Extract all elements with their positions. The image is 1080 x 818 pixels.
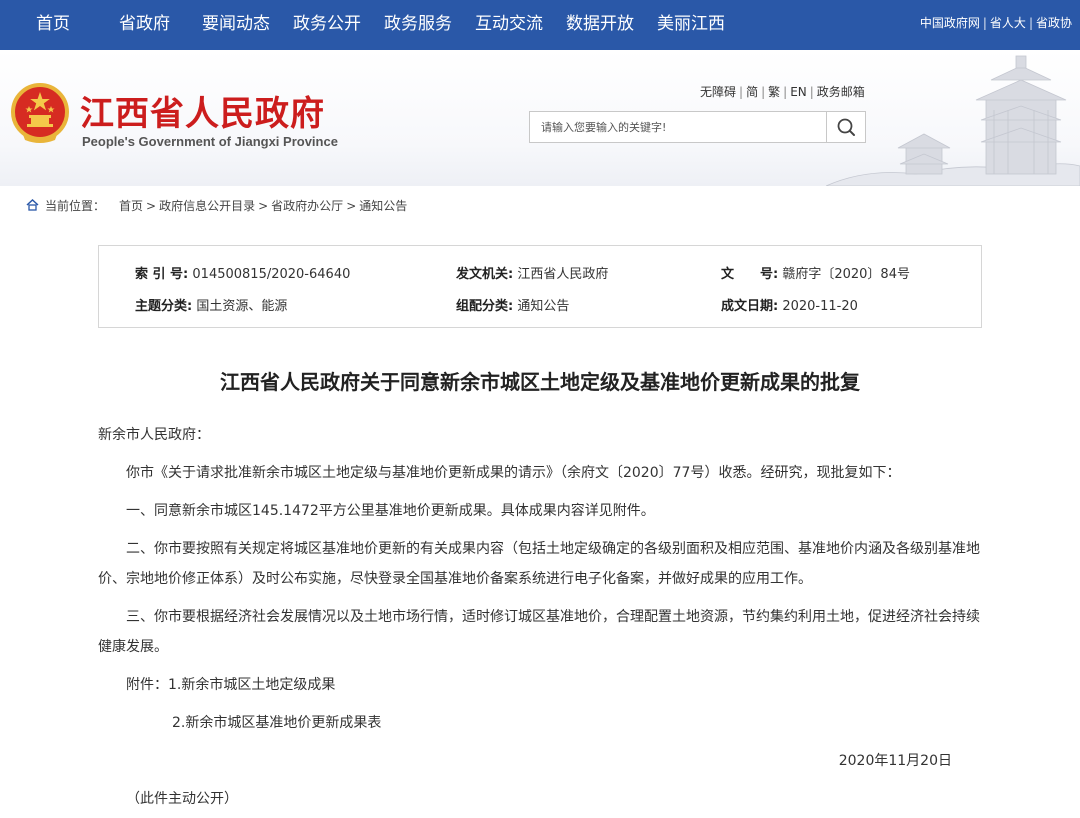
breadcrumb-item-notices[interactable]: 通知公告 (359, 199, 407, 213)
article-paragraph-3: 二、你市要按照有关规定将城区基准地价更新的有关成果内容（包括土地定级确定的各级别… (98, 541, 980, 587)
nav-item-home[interactable]: 首页 (36, 0, 70, 50)
link-english[interactable]: EN (790, 85, 807, 99)
top-nav-bar: 首页 省政府 要闻动态 政务公开 政务服务 互动交流 数据开放 美丽江西 中国政… (0, 0, 1080, 50)
link-provincial-cppcc[interactable]: 省政协 (1036, 16, 1072, 30)
nav-item-province-government[interactable]: 省政府 (119, 0, 170, 50)
pavilion-illustration (826, 55, 1080, 186)
site-header: 江西省人民政府 People's Government of Jiangxi P… (0, 50, 1080, 186)
meta-category: 组配分类: 通知公告 (456, 299, 570, 314)
link-provincial-congress[interactable]: 省人大 (990, 16, 1026, 30)
article-attachment-2: 2.新余市城区基准地价更新成果表 (172, 715, 382, 731)
link-simplified-chinese[interactable]: 简 (746, 85, 758, 99)
site-subtitle: People's Government of Jiangxi Province (82, 134, 338, 149)
article-date: 2020年11月20日 (838, 753, 952, 769)
meta-date: 成文日期: 2020-11-20 (721, 299, 858, 314)
nav-item-government-affairs-disclosure[interactable]: 政务公开 (293, 0, 361, 50)
nav-item-government-services[interactable]: 政务服务 (384, 0, 452, 50)
search-input[interactable] (530, 112, 826, 142)
meta-index-number: 索 引 号: 014500815/2020-64640 (135, 267, 351, 282)
nav-item-beautiful-jiangxi[interactable]: 美丽江西 (657, 0, 725, 50)
article-attachment-1: 附件：1.新余市城区土地定级成果 (126, 677, 336, 693)
breadcrumb: 当前位置： 首页 > 政府信息公开目录 > 省政府办公厅 > 通知公告 (26, 198, 407, 214)
article-salutation: 新余市人民政府： (98, 427, 210, 443)
breadcrumb-item-info-catalog[interactable]: 政府信息公开目录 (159, 199, 255, 213)
link-traditional-chinese[interactable]: 繁 (768, 85, 780, 99)
home-icon (26, 199, 39, 211)
top-external-links: 中国政府网 | 省人大 | 省政协 (919, 16, 1072, 30)
nav-item-news[interactable]: 要闻动态 (202, 0, 270, 50)
link-china-government-network[interactable]: 中国政府网 (920, 16, 980, 30)
article-paragraph-4: 三、你市要根据经济社会发展情况以及土地市场行情，适时修订城区基准地价，合理配置土… (98, 609, 980, 655)
link-accessibility[interactable]: 无障碍 (700, 85, 736, 99)
breadcrumb-item-general-office[interactable]: 省政府办公厅 (271, 199, 343, 213)
breadcrumb-item-home[interactable]: 首页 (119, 199, 143, 213)
national-emblem-icon (11, 83, 69, 143)
article-paragraph-2: 一、同意新余市城区145.1472平方公里基准地价更新成果。具体成果内容详见附件… (126, 503, 655, 519)
meta-topic: 主题分类: 国土资源、能源 (135, 299, 288, 314)
breadcrumb-label: 当前位置： (45, 199, 106, 213)
meta-issuer: 发文机关: 江西省人民政府 (456, 267, 609, 282)
article-title: 江西省人民政府关于同意新余市城区土地定级及基准地价更新成果的批复 (220, 370, 860, 394)
site-title: 江西省人民政府 (80, 94, 325, 134)
document-metadata-box: 索 引 号: 014500815/2020-64640 发文机关: 江西省人民政… (98, 245, 982, 328)
nav-item-interaction[interactable]: 互动交流 (475, 0, 543, 50)
search-box (529, 111, 866, 143)
article-paragraph-1: 你市《关于请求批准新余市城区土地定级与基准地价更新成果的请示》（余府文〔2020… (126, 465, 901, 481)
meta-document-number: 文 号: 赣府字〔2020〕84号 (721, 267, 910, 282)
article-footer-note: （此件主动公开） (126, 791, 238, 807)
nav-item-open-data[interactable]: 数据开放 (566, 0, 634, 50)
